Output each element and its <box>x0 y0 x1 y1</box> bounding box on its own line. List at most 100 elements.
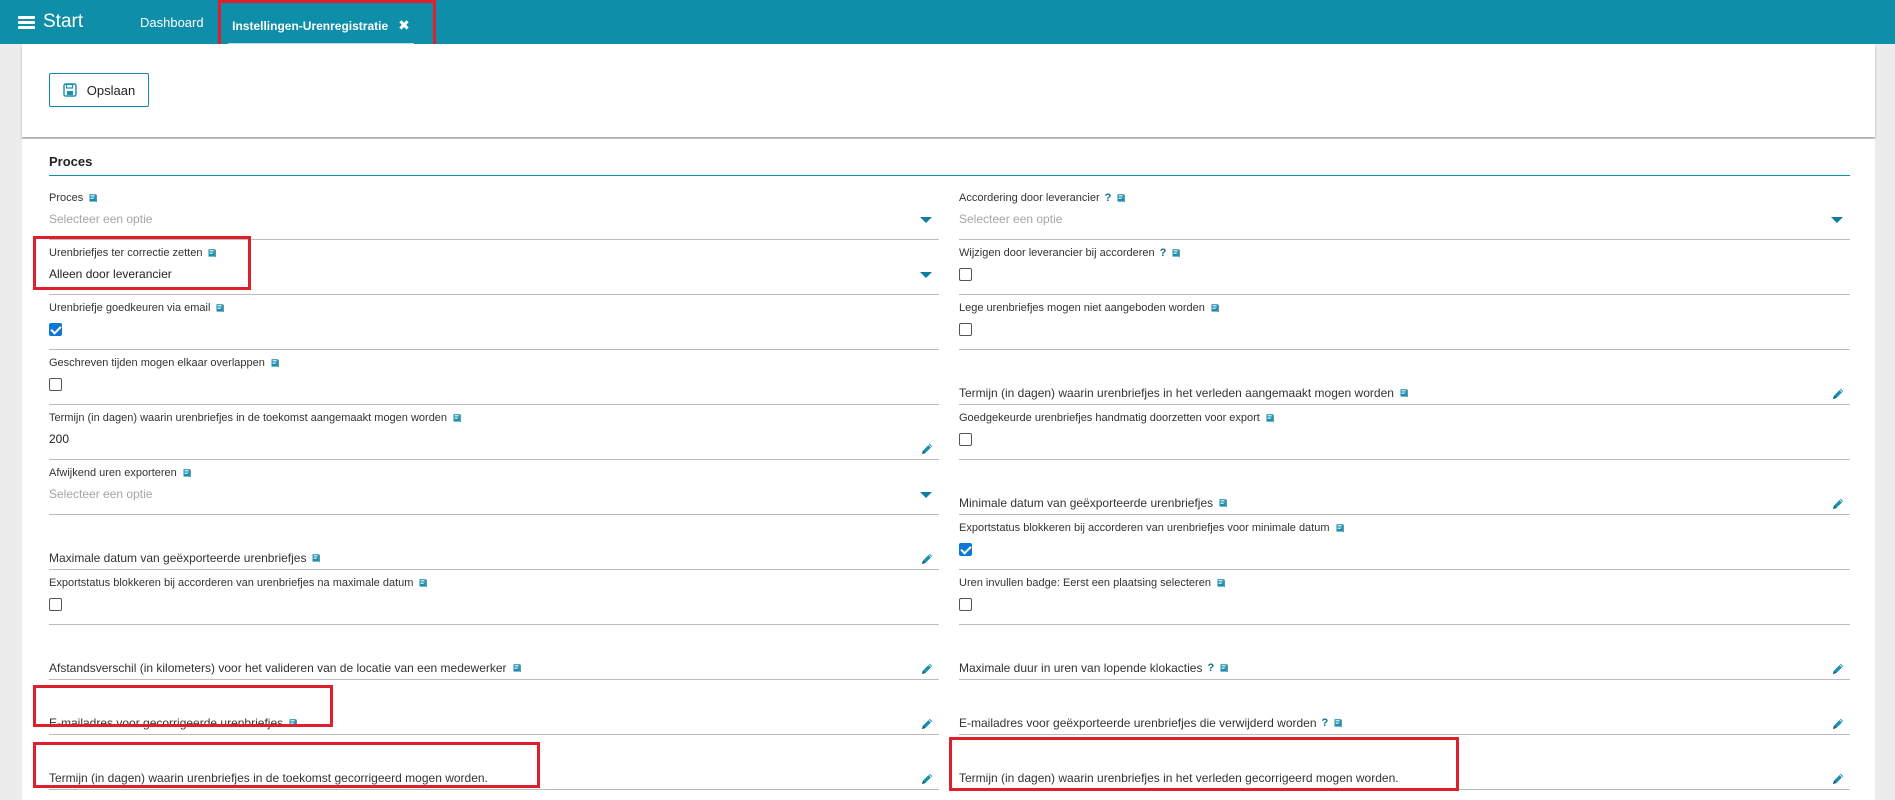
chevron-down-icon[interactable] <box>1831 217 1843 223</box>
pencil-icon[interactable] <box>1831 662 1845 676</box>
field-blok-min: Exportstatus blokkeren bij accorderen va… <box>959 515 1850 570</box>
chevron-down-icon[interactable] <box>920 217 932 223</box>
help-icon[interactable]: ? <box>1207 662 1214 674</box>
accordering-select[interactable]: Selecteer een optie <box>959 212 1062 226</box>
section-divider <box>49 175 1850 176</box>
field-correctie: Urenbriefjes ter correctie zetten Alleen… <box>49 240 939 295</box>
field-termijn-toekomst-corr: Termijn (in dagen) waarin urenbriefjes i… <box>49 735 939 790</box>
pencil-icon[interactable] <box>920 717 934 731</box>
field-email-gecorr: E-mailadres voor gecorrigeerde urenbrief… <box>49 680 939 735</box>
help-icon[interactable]: ? <box>1160 247 1167 259</box>
book-icon[interactable] <box>182 468 192 478</box>
handmatig-export-checkbox[interactable] <box>959 433 972 446</box>
field-label: E-mailadres voor gecorrigeerde urenbrief… <box>49 716 284 730</box>
blok-max-checkbox[interactable] <box>49 598 62 611</box>
field-klokacties: Maximale duur in uren van lopende klokac… <box>959 625 1850 680</box>
book-icon[interactable] <box>88 193 98 203</box>
field-email-verwijderd: E-mailadres voor geëxporteerde urenbrief… <box>959 680 1850 735</box>
book-icon[interactable] <box>1216 578 1226 588</box>
book-icon[interactable] <box>1265 413 1275 423</box>
field-blok-max: Exportstatus blokkeren bij accorderen va… <box>49 570 939 625</box>
pencil-icon[interactable] <box>1831 497 1845 511</box>
field-proces: Proces Selecteer een optie <box>49 185 939 240</box>
lege-checkbox[interactable] <box>959 323 972 336</box>
section-title: Proces <box>49 154 93 169</box>
hamburger-icon <box>18 15 35 29</box>
start-menu-button[interactable]: Start <box>18 0 83 44</box>
tab-instellingen-urenregistratie[interactable]: Instellingen-Urenregistratie ✖ <box>228 8 414 46</box>
field-label: Accordering door leverancier <box>959 192 1100 204</box>
save-button[interactable]: Opslaan <box>49 73 149 107</box>
field-label: Uren invullen badge: Eerst een plaatsing… <box>959 577 1211 589</box>
field-label: Minimale datum van geëxporteerde urenbri… <box>959 496 1214 510</box>
book-icon[interactable] <box>418 578 428 588</box>
proces-select[interactable]: Selecteer een optie <box>49 212 152 226</box>
field-handmatig-export: Goedgekeurde urenbriefjes handmatig door… <box>959 405 1850 460</box>
field-label: E-mailadres voor geëxporteerde urenbrief… <box>959 716 1317 730</box>
field-label: Urenbriefje goedkeuren via email <box>49 302 211 314</box>
pencil-icon[interactable] <box>1831 717 1845 731</box>
goedkeuren-email-checkbox[interactable] <box>49 323 62 336</box>
book-icon[interactable] <box>1210 303 1220 313</box>
book-icon[interactable] <box>270 358 280 368</box>
book-icon[interactable] <box>452 413 462 423</box>
chevron-down-icon[interactable] <box>920 272 932 278</box>
pencil-icon[interactable] <box>1831 387 1845 401</box>
field-label: Termijn (in dagen) waarin urenbriefjes i… <box>49 412 448 424</box>
field-label: Exportstatus blokkeren bij accorderen va… <box>49 577 414 589</box>
save-label: Opslaan <box>86 82 136 98</box>
field-label: Goedgekeurde urenbriefjes handmatig door… <box>959 412 1260 424</box>
book-icon[interactable] <box>1116 193 1126 203</box>
afwijkend-select[interactable]: Selecteer een optie <box>49 487 152 501</box>
field-wijzigen: Wijzigen door leverancier bij accorderen… <box>959 240 1850 295</box>
book-icon[interactable] <box>288 718 298 728</box>
book-icon[interactable] <box>215 303 225 313</box>
field-overlappen: Geschreven tijden mogen elkaar overlappe… <box>49 350 939 405</box>
book-icon[interactable] <box>1218 498 1228 508</box>
book-icon[interactable] <box>311 553 321 563</box>
pencil-icon[interactable] <box>920 442 934 456</box>
pencil-icon[interactable] <box>920 552 934 566</box>
field-label: Afwijkend uren exporteren <box>49 467 177 479</box>
pencil-icon[interactable] <box>1831 772 1845 786</box>
top-bar: Start Dashboard Instellingen-Urenregistr… <box>0 0 1895 46</box>
tab-label: Instellingen-Urenregistratie <box>232 18 389 33</box>
field-label: Maximale datum van geëxporteerde urenbri… <box>49 551 307 565</box>
field-accordering: Accordering door leverancier? Selecteer … <box>959 185 1850 240</box>
correctie-select[interactable]: Alleen door leverancier <box>49 267 172 281</box>
field-label: Afstandsverschil (in kilometers) voor he… <box>49 661 507 675</box>
pencil-icon[interactable] <box>920 662 934 676</box>
tab-dashboard[interactable]: Dashboard <box>140 0 204 44</box>
chevron-down-icon[interactable] <box>920 492 932 498</box>
field-label: Termijn (in dagen) waarin urenbriefjes i… <box>49 771 488 785</box>
field-goedkeuren-email: Urenbriefje goedkeuren via email <box>49 295 939 350</box>
badge-checkbox[interactable] <box>959 598 972 611</box>
help-icon[interactable]: ? <box>1105 192 1112 204</box>
field-label: Proces <box>49 192 84 204</box>
field-label: Termijn (in dagen) waarin urenbriefjes i… <box>959 386 1394 400</box>
field-label: Exportstatus blokkeren bij accorderen va… <box>959 522 1330 534</box>
settings-card: Proces Proces Selecteer een optie Accord… <box>22 139 1875 800</box>
pencil-icon[interactable] <box>920 772 934 786</box>
book-icon[interactable] <box>207 248 217 258</box>
help-icon[interactable]: ? <box>1322 717 1329 729</box>
book-icon[interactable] <box>512 663 522 673</box>
blok-min-checkbox[interactable] <box>959 543 972 556</box>
field-label: Termijn (in dagen) waarin urenbriefjes i… <box>959 771 1399 785</box>
wijzigen-checkbox[interactable] <box>959 268 972 281</box>
floppy-disk-icon <box>63 83 77 97</box>
book-icon[interactable] <box>1333 718 1343 728</box>
field-label: Wijzigen door leverancier bij accorderen <box>959 247 1155 259</box>
overlappen-checkbox[interactable] <box>49 378 62 391</box>
book-icon[interactable] <box>1171 248 1181 258</box>
book-icon[interactable] <box>1219 663 1229 673</box>
close-tab-icon[interactable]: ✖ <box>398 17 410 34</box>
field-label: Lege urenbriefjes mogen niet aangeboden … <box>959 302 1205 314</box>
field-afwijkend: Afwijkend uren exporteren Selecteer een … <box>49 460 939 515</box>
book-icon[interactable] <box>1399 388 1409 398</box>
field-termijn-verleden-aanmaak: Termijn (in dagen) waarin urenbriefjes i… <box>959 350 1850 405</box>
field-max-datum: Maximale datum van geëxporteerde urenbri… <box>49 515 939 570</box>
termijn-toekomst-input[interactable]: 200 <box>49 432 69 446</box>
field-label: Urenbriefjes ter correctie zetten <box>49 247 203 259</box>
book-icon[interactable] <box>1335 523 1345 533</box>
